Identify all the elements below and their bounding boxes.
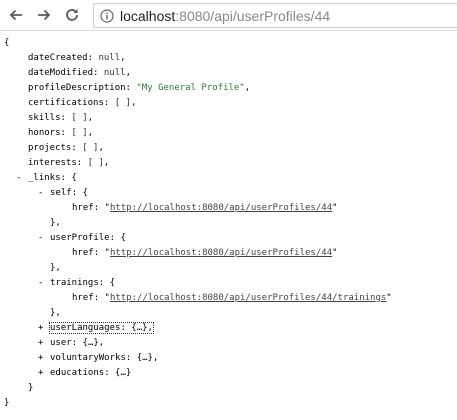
expand-toggle-educations[interactable]: + [38,366,43,381]
json-close-trainings: }, [50,308,61,318]
browser-toolbar: localhost:8080/api/userProfiles/44 [0,0,457,31]
json-row-projects: projects: [ ], [28,143,104,153]
json-key: dateCreated [28,53,88,63]
reload-icon [66,9,78,21]
json-row-userLanguages-selected[interactable]: userLanguages: {…}, [49,322,154,334]
expand-toggle-voluntaryWorks[interactable]: + [38,351,43,366]
reload-button[interactable] [61,4,83,26]
json-row-skills: skills: [ ], [28,113,94,123]
json-key: certifications [28,98,104,108]
json-key: trainings [50,278,99,288]
url-text[interactable]: localhost:8080/api/userProfiles/44 [120,8,330,24]
json-value: [ ] [71,128,88,138]
json-value: {…}, [136,353,159,363]
json-close-self: }, [50,218,61,228]
json-key: href [72,293,94,303]
json-key: profileDescription [28,83,126,93]
json-key: voluntaryWorks [50,353,126,363]
json-value: {…}, [131,323,153,333]
href-link-userProfile[interactable]: http://localhost:8080/api/userProfiles/4… [110,248,332,258]
json-row-trainings-href: href: "http://localhost:8080/api/userPro… [72,293,392,303]
collapse-toggle-userProfile[interactable]: - [38,231,43,246]
expand-toggle-user[interactable]: + [38,336,43,351]
json-row-certifications: certifications: [ ], [28,98,137,108]
json-row-dateModified: dateModified: null, [28,68,131,78]
json-key: _links [28,173,61,183]
json-key: userLanguages [50,323,121,333]
collapse-toggle-self[interactable]: - [38,186,43,201]
expand-toggle-userLanguages[interactable]: + [38,321,43,336]
json-key: educations [50,368,105,378]
json-value: {…} [115,368,132,378]
forward-button[interactable] [33,4,55,26]
json-value: null [98,53,121,63]
json-value: [ ] [71,113,88,123]
json-open-brace: { [4,38,10,48]
json-row-profileDescription: profileDescription: "My General Profile"… [28,83,251,93]
json-row-links: - _links: { [4,171,456,186]
back-arrow-icon [9,9,22,21]
json-key: self [50,188,72,198]
url-host: localhost [120,7,176,24]
address-bar[interactable]: localhost:8080/api/userProfiles/44 [93,3,457,28]
json-row-userProfile: - userProfile: { [4,231,456,246]
json-value: "My General Profile" [136,83,245,93]
info-icon[interactable] [100,8,114,23]
json-value: [ ] [87,158,104,168]
json-key: href [72,203,94,213]
json-close-links: } [28,383,34,393]
json-value: null [103,68,126,78]
json-key: userProfile [50,233,110,243]
json-row-interests: interests: [ ], [28,158,110,168]
json-row-trainings: - trainings: { [4,276,456,291]
json-key: projects [28,143,72,153]
collapse-toggle-trainings[interactable]: - [38,276,43,291]
href-link-self[interactable]: http://localhost:8080/api/userProfiles/4… [110,203,332,213]
back-button[interactable] [5,4,27,26]
json-row-self-href: href: "http://localhost:8080/api/userPro… [72,203,338,213]
json-viewer: { dateCreated: null, dateModified: null,… [4,36,456,411]
json-row-userProfile-href: href: "http://localhost:8080/api/userPro… [72,248,338,258]
json-value: [ ] [82,143,99,153]
json-row-educations: + educations: {…} [4,366,456,381]
collapse-toggle-links[interactable]: - [16,171,21,186]
json-close-brace: } [4,398,10,408]
json-row-dateCreated: dateCreated: null, [28,53,126,63]
json-row-user: + user: {…}, [4,336,456,351]
json-key: skills [28,113,61,123]
json-key: user [50,338,72,348]
href-link-trainings[interactable]: http://localhost:8080/api/userProfiles/4… [110,293,386,303]
url-path: :8080/api/userProfiles/44 [175,7,331,24]
forward-arrow-icon [38,9,51,21]
json-row-self: - self: { [4,186,456,201]
json-value: {…}, [82,338,105,348]
json-key: honors [28,128,61,138]
json-row-voluntaryWorks: + voluntaryWorks: {…}, [4,351,456,366]
json-key: dateModified [28,68,94,78]
json-value: [ ] [114,98,131,108]
json-close-userProfile: }, [50,263,61,273]
json-key: href [72,248,94,258]
json-row-userLanguages: + userLanguages: {…}, [4,321,456,336]
json-key: interests [28,158,77,168]
json-row-honors: honors: [ ], [28,128,94,138]
